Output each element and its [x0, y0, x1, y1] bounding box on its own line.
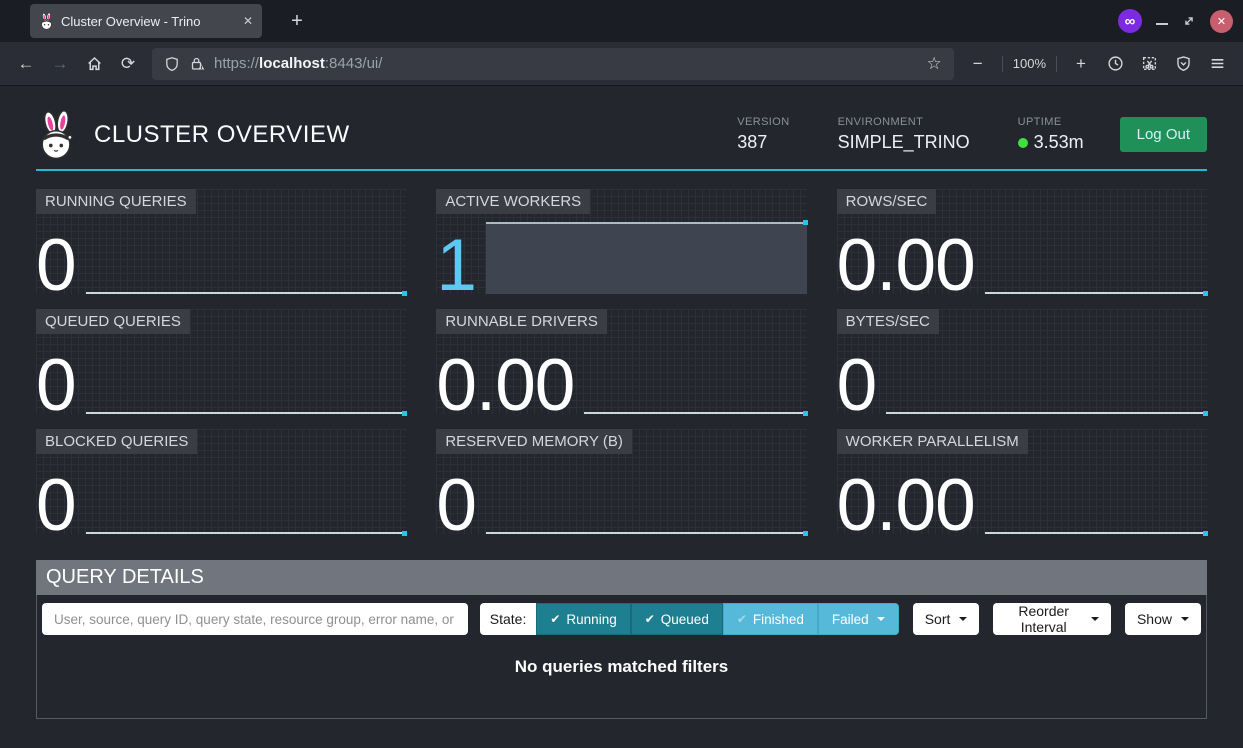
- stat-tile-worker-parallelism: WORKER PARALLELISM 0.00: [837, 429, 1207, 534]
- sparkline: [86, 530, 407, 534]
- logout-button[interactable]: Log Out: [1120, 117, 1207, 152]
- stat-tile-rows-sec: ROWS/SEC 0.00: [837, 189, 1207, 294]
- stat-value: 0: [36, 239, 76, 294]
- caret-down-icon: [1091, 617, 1099, 621]
- sparkline: [486, 530, 807, 534]
- back-icon[interactable]: ←: [10, 48, 42, 80]
- sparkline: [86, 290, 407, 294]
- uptime-stat: UPTIME 3.53m: [1018, 116, 1084, 153]
- browser-tab[interactable]: Cluster Overview - Trino ✕: [30, 4, 262, 38]
- check-icon: ✔: [550, 612, 560, 626]
- stats-grid: RUNNING QUERIES 0 ACTIVE WORKERS 1 ROWS/…: [36, 189, 1207, 534]
- caret-down-icon: [959, 617, 967, 621]
- stat-tile-active-workers: ACTIVE WORKERS 1: [436, 189, 806, 294]
- trino-logo: [36, 110, 78, 160]
- show-dropdown[interactable]: Show: [1125, 603, 1201, 635]
- sort-dropdown[interactable]: Sort: [913, 603, 980, 635]
- sparkline: [985, 530, 1207, 534]
- url-bar[interactable]: https://localhost:8443/ui/ ☆: [152, 48, 954, 80]
- divider: [1056, 56, 1057, 72]
- zoom-out-icon[interactable]: −: [962, 48, 994, 80]
- state-filter-queued[interactable]: ✔ Queued: [631, 603, 723, 635]
- url-text[interactable]: https://localhost:8443/ui/: [214, 55, 382, 72]
- stat-tile-runnable-drivers: RUNNABLE DRIVERS 0.00: [436, 309, 806, 414]
- stat-tile-blocked-queries: BLOCKED QUERIES 0: [36, 429, 406, 534]
- stat-tile-bytes-sec: BYTES/SEC 0: [837, 309, 1207, 414]
- stat-value: 0.00: [837, 479, 975, 534]
- sparkline: [86, 410, 407, 414]
- stat-value: 0.00: [436, 359, 574, 414]
- screen: Cluster Overview - Trino ✕ + ∞ ✕ ← → ⟳: [0, 0, 1243, 748]
- state-filter-finished[interactable]: ✔ Finished: [723, 603, 818, 635]
- check-icon: ✔: [645, 612, 655, 626]
- reload-icon[interactable]: ⟳: [112, 48, 144, 80]
- query-details-panel: QUERY DETAILS State: ✔ Running ✔: [36, 560, 1207, 719]
- menu-hamburger-icon[interactable]: [1201, 48, 1233, 80]
- zoom-level[interactable]: 100%: [1011, 56, 1048, 71]
- tab-close-icon[interactable]: ✕: [243, 14, 253, 28]
- extension-shield-icon[interactable]: [1167, 48, 1199, 80]
- new-tab-button[interactable]: +: [282, 6, 312, 36]
- trino-page: CLUSTER OVERVIEW VERSION 387 ENVIRONMENT…: [0, 86, 1243, 748]
- window-controls: ∞ ✕: [1118, 9, 1233, 33]
- empty-results-message: No queries matched filters: [37, 657, 1206, 677]
- query-search-input[interactable]: [42, 603, 468, 635]
- sparkline: [886, 410, 1207, 414]
- stat-value: 0: [36, 359, 76, 414]
- state-filter-label: State:: [480, 603, 537, 635]
- page-title: CLUSTER OVERVIEW: [94, 121, 350, 149]
- sparkline: [985, 290, 1207, 294]
- tab-title: Cluster Overview - Trino: [61, 14, 236, 29]
- browser-navbar: ← → ⟳: [0, 42, 1243, 86]
- reorder-interval-dropdown[interactable]: Reorder Interval: [993, 603, 1111, 635]
- uptime-status-dot: [1018, 138, 1028, 148]
- history-clock-icon[interactable]: [1099, 48, 1131, 80]
- stat-tile-running-queries: RUNNING QUERIES 0: [36, 189, 406, 294]
- stat-value: 0.00: [837, 239, 975, 294]
- sparkline-filled: [486, 222, 807, 294]
- divider: [1002, 56, 1003, 72]
- bookmark-star-icon[interactable]: ☆: [927, 54, 942, 74]
- check-icon: ✔: [737, 612, 747, 626]
- screenshot-icon[interactable]: [1133, 48, 1165, 80]
- state-filter-group: State: ✔ Running ✔ Queued ✔ F: [480, 603, 899, 635]
- stat-value-link[interactable]: 1: [436, 239, 476, 294]
- sparkline: [584, 410, 806, 414]
- trino-favicon: [39, 13, 54, 30]
- zoom-in-icon[interactable]: +: [1065, 48, 1097, 80]
- forward-icon[interactable]: →: [44, 48, 76, 80]
- stat-value: 0: [36, 479, 76, 534]
- stat-value: 0: [837, 359, 877, 414]
- query-details-header: QUERY DETAILS: [36, 560, 1207, 595]
- state-filter-failed-dropdown[interactable]: Failed: [818, 603, 899, 635]
- lock-warning-icon[interactable]: [189, 56, 205, 72]
- home-icon[interactable]: [78, 48, 110, 80]
- caret-down-icon: [877, 617, 885, 621]
- shield-icon[interactable]: [164, 56, 180, 72]
- browser-tab-bar: Cluster Overview - Trino ✕ + ∞ ✕: [0, 0, 1243, 42]
- page-header: CLUSTER OVERVIEW VERSION 387 ENVIRONMENT…: [36, 86, 1207, 171]
- private-browsing-icon: ∞: [1118, 9, 1142, 33]
- stat-value: 0: [436, 479, 476, 534]
- maximize-button[interactable]: [1182, 14, 1196, 28]
- stat-tile-reserved-memory: RESERVED MEMORY (B) 0: [436, 429, 806, 534]
- query-filter-toolbar: State: ✔ Running ✔ Queued ✔ F: [37, 595, 1206, 635]
- environment-stat: ENVIRONMENT SIMPLE_TRINO: [838, 116, 970, 153]
- stat-tile-queued-queries: QUEUED QUERIES 0: [36, 309, 406, 414]
- minimize-button[interactable]: [1156, 23, 1168, 25]
- close-window-button[interactable]: ✕: [1210, 10, 1233, 33]
- caret-down-icon: [1181, 617, 1189, 621]
- state-filter-running[interactable]: ✔ Running: [536, 603, 630, 635]
- version-stat: VERSION 387: [737, 116, 789, 153]
